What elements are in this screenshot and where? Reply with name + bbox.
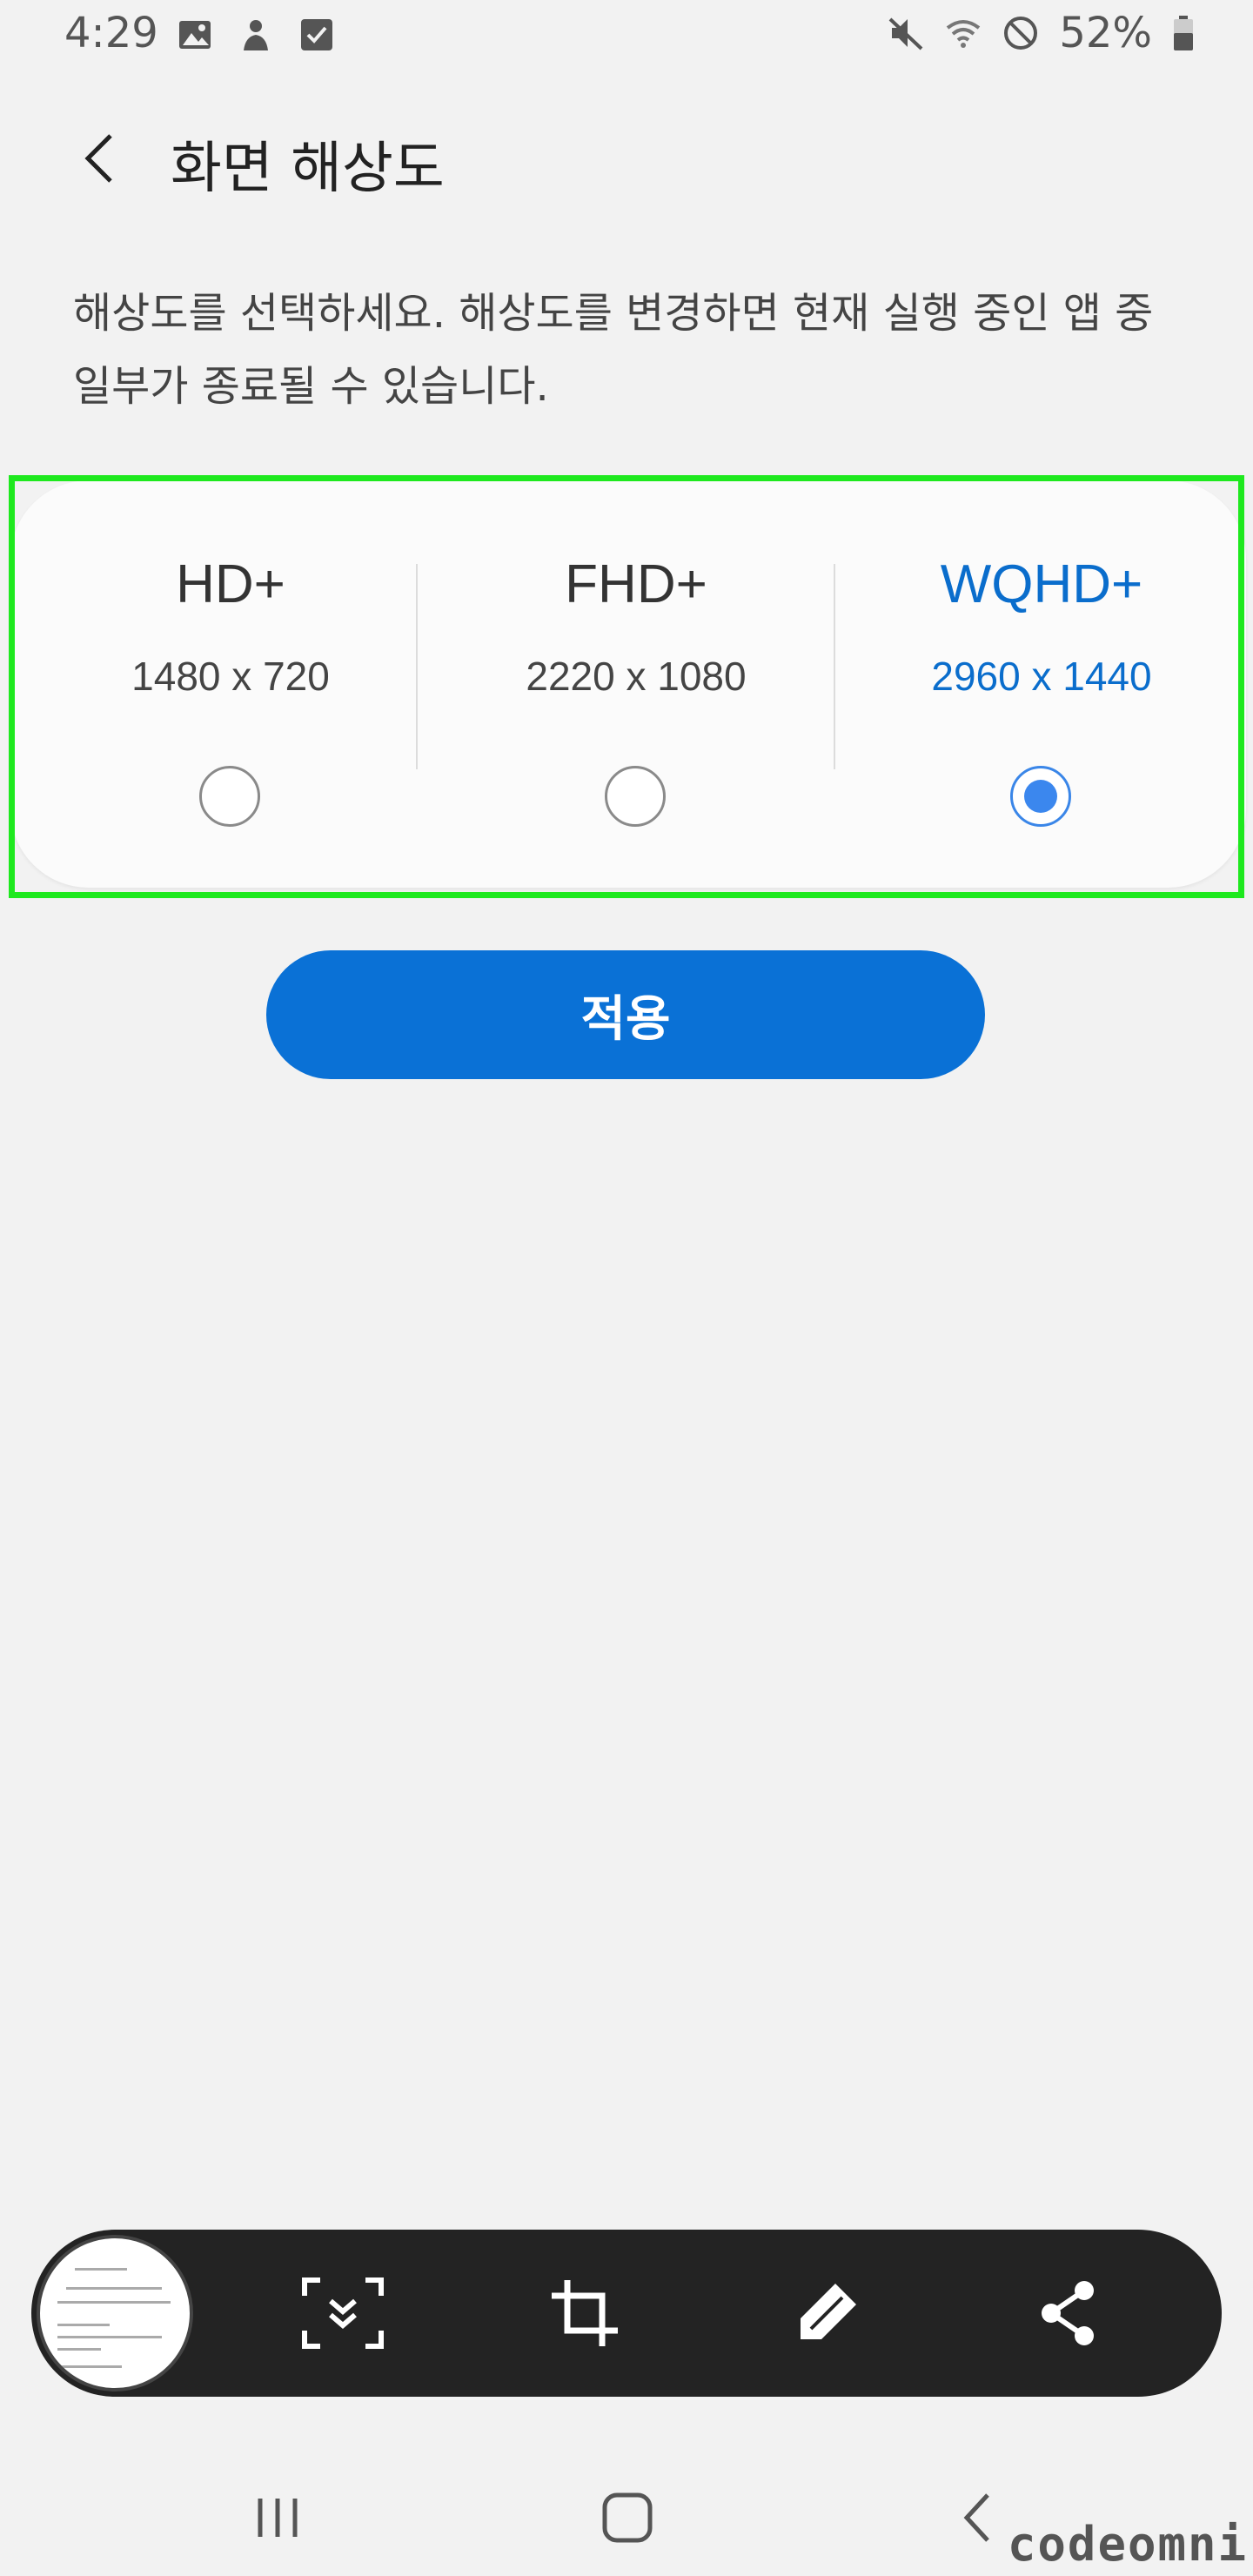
home-button[interactable]	[588, 2479, 667, 2557]
account-icon	[244, 20, 268, 50]
wifi-icon	[947, 20, 981, 48]
page-title: 화면 해상도	[171, 137, 445, 201]
crop-button[interactable]	[536, 2264, 633, 2362]
draw-button[interactable]	[778, 2264, 875, 2362]
status-notification-icons	[176, 16, 336, 54]
description-text: 해상도를 선택하세요. 해상도를 변경하면 현재 실행 중인 앱 중 일부가 종…	[73, 289, 1154, 411]
battery-icon	[1174, 16, 1193, 50]
crop-icon	[552, 2280, 618, 2346]
battery-percent: 52%	[1059, 9, 1152, 57]
recent-apps-icon	[258, 2499, 298, 2537]
back-icon	[963, 2493, 989, 2542]
share-icon	[1042, 2281, 1094, 2345]
checkbox-icon	[301, 19, 332, 50]
scroll-capture-button[interactable]	[294, 2264, 392, 2362]
watermark: codeomni	[1007, 2517, 1248, 2572]
status-bar: 4:29 52%	[0, 0, 1253, 78]
back-button[interactable]	[68, 124, 129, 193]
screenshot-toolbar	[31, 2230, 1222, 2397]
do-not-disturb-icon	[1004, 17, 1038, 50]
recent-apps-button[interactable]	[238, 2479, 317, 2557]
screenshot-thumbnail[interactable]	[37, 2235, 193, 2392]
draw-icon	[801, 2284, 856, 2339]
status-time: 4:29	[64, 9, 158, 57]
nav-back-button[interactable]	[938, 2479, 1016, 2557]
chevron-left-icon	[84, 134, 112, 183]
highlight-box	[9, 475, 1244, 898]
scroll-capture-icon	[302, 2277, 384, 2349]
image-icon	[179, 21, 211, 49]
share-button[interactable]	[1020, 2264, 1117, 2362]
mute-icon	[888, 17, 923, 50]
home-icon	[602, 2492, 653, 2543]
apply-button[interactable]: 적용	[266, 950, 985, 1079]
status-system-icons: 52%	[887, 9, 1196, 57]
